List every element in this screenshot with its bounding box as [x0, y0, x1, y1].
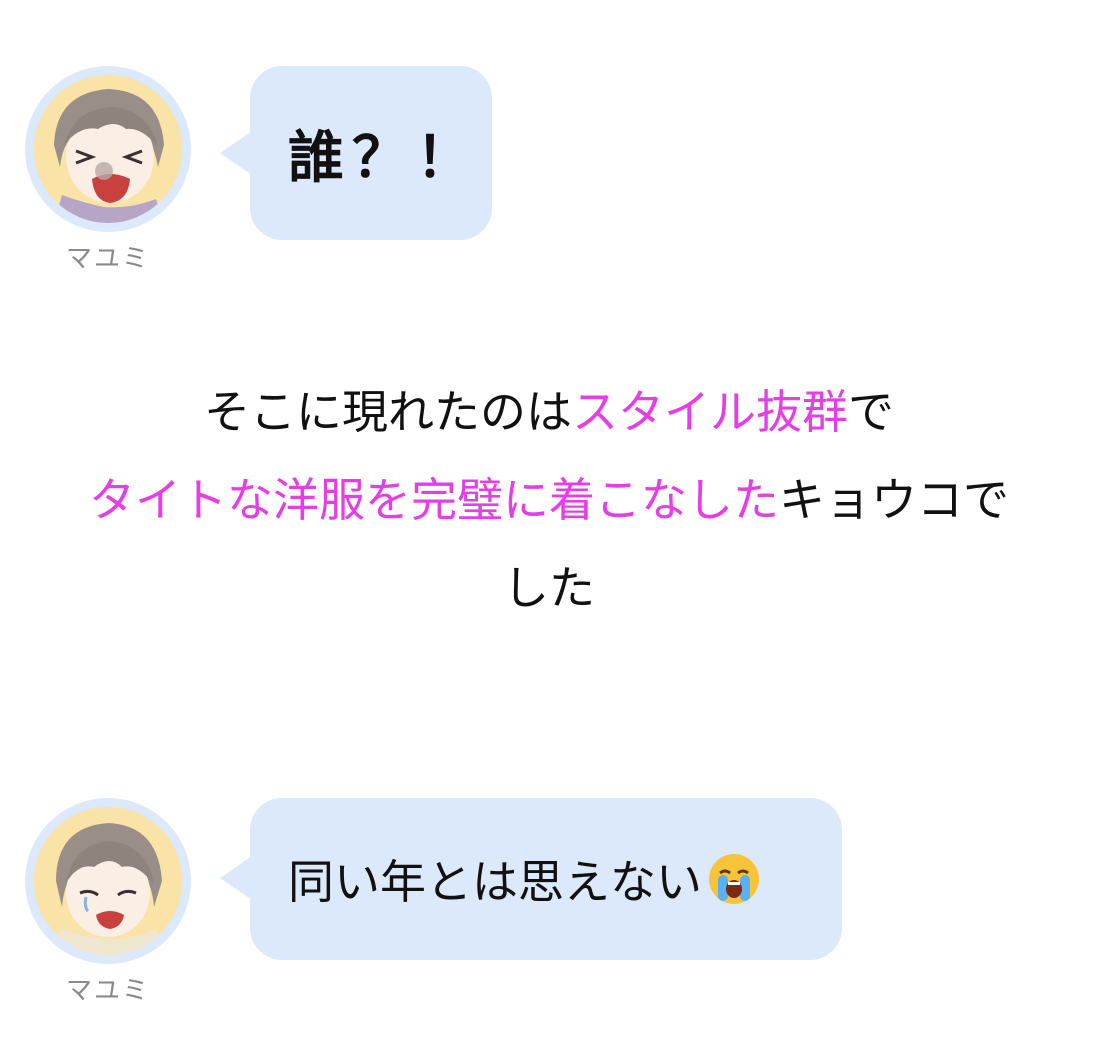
speaker-name: マユミ: [65, 244, 150, 274]
narration-highlight: スタイル抜群: [572, 385, 848, 439]
narration-line-2: タイトな洋服を完璧に着こなしたキョウコで: [0, 456, 1098, 544]
narration-segment: キョウコで: [779, 473, 1009, 527]
narration-highlight: タイトな洋服を完璧に着こなした: [89, 473, 779, 527]
shouting-character-avatar-icon: [34, 75, 182, 223]
narration-segment: そこに現れたのは: [204, 385, 572, 439]
speaker-avatar-group-2: マユミ: [25, 798, 191, 1007]
bubble-tail: [220, 856, 252, 900]
message-text: 同い年とは思えない: [288, 855, 702, 909]
avatar: [25, 798, 191, 964]
bubble-tail: [220, 131, 252, 175]
narration-segment: で: [848, 385, 894, 439]
narration-line-3: した: [0, 544, 1098, 632]
speaker-name: マユミ: [65, 976, 150, 1006]
narration-text: そこに現れたのはスタイル抜群で タイトな洋服を完璧に着こなしたキョウコで した: [0, 368, 1098, 632]
narration-segment: した: [503, 561, 595, 615]
speaker-avatar-group-1: マユミ: [25, 66, 191, 275]
crying-character-avatar-icon: [34, 807, 182, 955]
speech-bubble: 同い年とは思えない: [220, 798, 842, 960]
message-text: 誰？！: [288, 125, 480, 191]
narration-line-1: そこに現れたのはスタイル抜群で: [0, 368, 1098, 456]
avatar: [25, 66, 191, 232]
loudly-crying-face-icon: [706, 851, 762, 907]
speech-bubble: 誰？！: [220, 66, 492, 240]
